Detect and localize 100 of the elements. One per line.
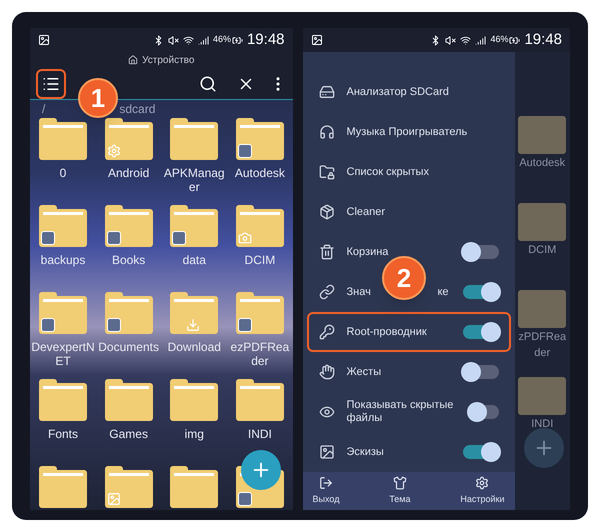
signal-icon — [475, 34, 486, 46]
folder-icon — [518, 377, 566, 415]
folder-label: DevexpertNET — [31, 340, 95, 368]
folder-label: data — [182, 253, 207, 267]
drawer-item-label[interactable]: Показывать скрытые файлы — [346, 399, 470, 425]
footer-button[interactable]: Настройки — [460, 476, 505, 506]
toggle-switch[interactable] — [462, 445, 499, 459]
folder-label: backups — [40, 253, 86, 267]
folder-label: Books — [110, 253, 146, 267]
folder-label: Fonts — [46, 427, 79, 441]
breadcrumb[interactable]: Устройство — [142, 52, 194, 68]
folder-icon[interactable] — [170, 379, 218, 421]
notification-icon — [310, 34, 323, 46]
folder-label: der — [534, 347, 550, 360]
drawer-item-label[interactable]: Музыка Проигрыватель — [346, 126, 472, 138]
folder-icon — [518, 203, 566, 241]
toggle-switch[interactable] — [462, 325, 499, 339]
footer-button[interactable]: Тема — [389, 476, 411, 506]
app-icon — [238, 144, 252, 158]
folder-label: Documents — [97, 340, 160, 354]
folder-icon[interactable] — [236, 205, 284, 247]
path-folder[interactable]: sdcard — [119, 100, 156, 118]
drawer-item-label[interactable]: Жесты — [346, 366, 386, 378]
folder-icon[interactable] — [39, 466, 87, 508]
battery-icon — [509, 34, 520, 46]
drawer-item-label[interactable]: Root-проводник — [346, 326, 431, 338]
folder-label: 0 — [58, 166, 68, 180]
app-icon — [238, 492, 252, 506]
bluetooth-icon — [152, 34, 164, 46]
home-icon — [128, 55, 138, 65]
folder-icon[interactable] — [104, 466, 153, 508]
search-icon[interactable] — [198, 74, 217, 92]
folder-icon — [518, 116, 566, 154]
menu-button[interactable] — [36, 68, 66, 98]
folder-icon — [518, 290, 566, 328]
folder-label: INDI — [531, 418, 554, 431]
folder-label: APKManager — [162, 166, 226, 194]
camera-icon — [238, 231, 252, 245]
app-icon — [172, 231, 186, 245]
download-icon — [186, 318, 200, 332]
drawer-item-label[interactable]: ке — [437, 284, 449, 300]
folder-label: INDI — [246, 427, 273, 441]
app-icon — [238, 318, 252, 332]
folder-label: Autodesk — [519, 157, 566, 170]
battery-percent: 46% — [490, 33, 508, 46]
folder-icon[interactable] — [39, 118, 87, 160]
folder-icon[interactable] — [104, 379, 153, 421]
image-icon — [318, 444, 335, 460]
folder-icon[interactable] — [236, 379, 284, 421]
headphones-icon — [318, 124, 335, 140]
picture-icon — [106, 492, 121, 506]
drawer-item-label[interactable]: Анализатор SDCard — [346, 86, 453, 98]
drawer-item-label[interactable]: Корзина — [346, 246, 392, 258]
bluetooth-icon — [430, 34, 442, 46]
folder-label: zPDFRea — [518, 331, 566, 344]
key-icon — [318, 324, 335, 340]
drawer-item-label[interactable]: Знач — [346, 286, 375, 298]
notification-icon — [38, 34, 50, 46]
toggle-switch[interactable] — [462, 245, 499, 259]
drawer-item-label[interactable]: Cleaner — [346, 206, 390, 218]
eye-icon — [318, 404, 335, 420]
app-icon — [106, 318, 121, 332]
settings-icon — [475, 476, 490, 490]
folder-label: DCIM — [244, 253, 276, 267]
clock: 19:48 — [524, 30, 562, 50]
folder-label: ezPDFReader — [230, 340, 290, 368]
folder-icon[interactable] — [39, 205, 87, 247]
drawer-item-label[interactable]: Список скрытых — [346, 166, 433, 178]
clock: 19:48 — [246, 30, 285, 50]
mute-icon — [445, 34, 456, 46]
mute-icon — [168, 34, 179, 46]
folder-icon[interactable] — [170, 205, 218, 247]
folder-label: img — [184, 427, 205, 441]
toggle-switch[interactable] — [469, 405, 499, 419]
folder-icon[interactable] — [236, 118, 284, 160]
folder-label: Games — [108, 427, 149, 441]
add-button[interactable] — [240, 450, 281, 490]
folder-icon[interactable] — [170, 466, 218, 508]
folder-icon[interactable] — [39, 379, 87, 421]
shirt-icon — [392, 476, 407, 490]
folder-icon[interactable] — [104, 118, 153, 160]
app-icon — [41, 231, 55, 245]
drive-icon — [318, 84, 335, 100]
wifi-icon — [182, 34, 194, 46]
path-root[interactable]: / — [42, 100, 46, 118]
hand-icon — [318, 364, 335, 380]
trash-icon — [318, 244, 335, 260]
folder-icon[interactable] — [170, 118, 218, 160]
folder-lock-icon — [318, 164, 335, 180]
folder-label: DCIM — [528, 244, 556, 257]
toggle-switch[interactable] — [462, 285, 499, 299]
battery-percent: 46% — [212, 33, 231, 46]
gear-icon — [106, 144, 121, 158]
toggle-switch[interactable] — [462, 365, 499, 379]
wifi-icon — [460, 34, 472, 46]
folder-label: Android — [106, 166, 150, 180]
drawer-item-label[interactable]: Эскизы — [346, 446, 388, 458]
footer-button[interactable]: Выход — [312, 476, 340, 506]
folder-icon[interactable] — [104, 205, 153, 247]
exit-icon — [318, 476, 333, 490]
